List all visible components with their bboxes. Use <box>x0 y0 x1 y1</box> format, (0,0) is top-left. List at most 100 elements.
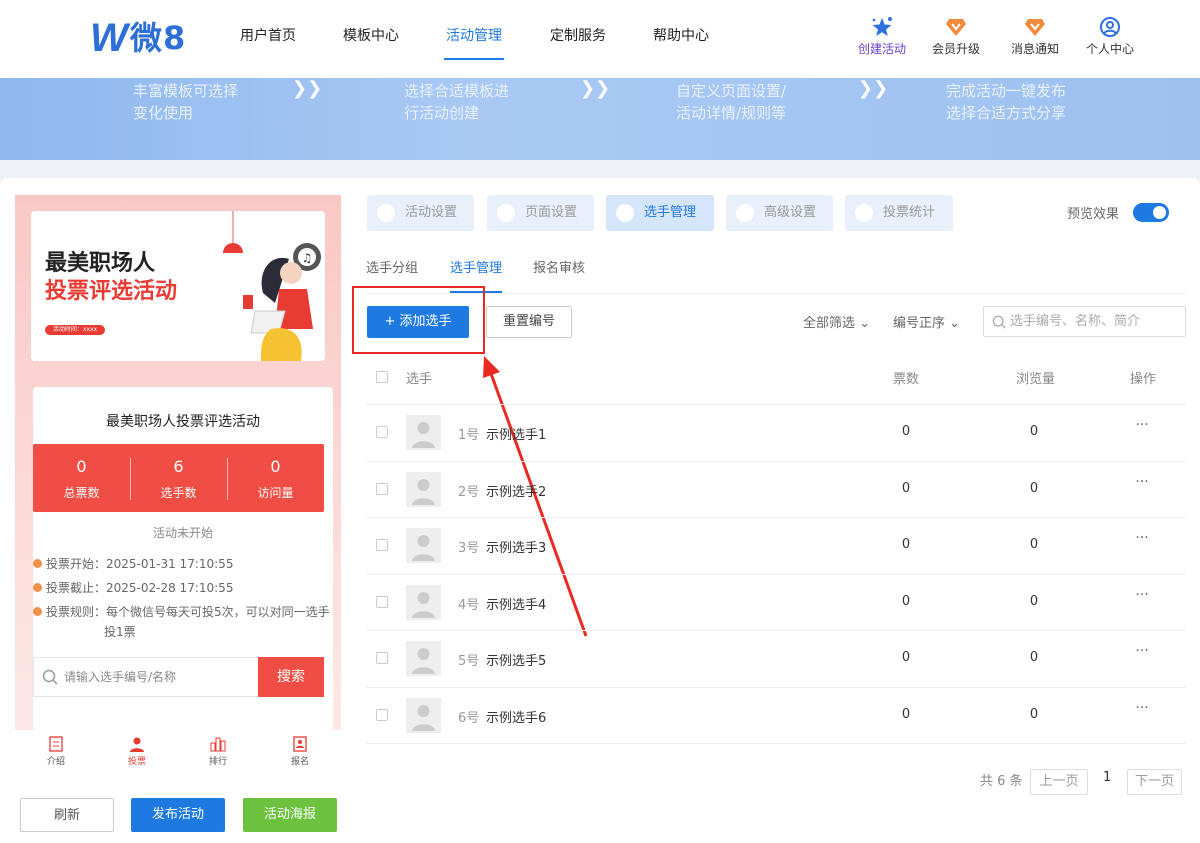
stat-visits: 0 访问量 <box>257 457 294 501</box>
tab-vote-stats[interactable]: 投票统计 <box>845 195 953 231</box>
user-center-button[interactable]: 个人中心 <box>1080 16 1140 57</box>
user-circle-icon <box>1080 16 1140 38</box>
more-actions-icon[interactable]: ··· <box>1130 417 1154 433</box>
signup-icon <box>293 736 307 752</box>
preview-toggle[interactable] <box>1133 203 1169 222</box>
tab-intro[interactable]: 介绍 <box>36 736 76 767</box>
contestant-number: 6号 <box>458 710 480 726</box>
table-bottom-line <box>366 743 1186 744</box>
more-actions-icon[interactable]: ··· <box>1130 474 1154 490</box>
th-contestant: 选手 <box>406 372 433 387</box>
subtab-divider <box>366 293 1186 294</box>
next-page-button[interactable]: 下一页 <box>1127 769 1182 795</box>
contestant-name: 示例选手1 <box>486 428 547 443</box>
stats-bar: 0 总票数 6 选手数 0 访问量 <box>33 444 324 512</box>
prev-page-button[interactable]: 上一页 <box>1030 769 1088 795</box>
sort-dropdown[interactable]: 编号正序 ⌄ <box>893 312 960 331</box>
row-checkbox[interactable] <box>376 652 388 664</box>
reset-number-button[interactable]: 重置编号 <box>486 306 572 338</box>
more-actions-icon[interactable]: ··· <box>1130 643 1154 659</box>
tab-page-settings[interactable]: 页面设置 <box>487 195 594 231</box>
avatar <box>406 528 441 563</box>
table-row: 3号 示例选手3 0 0 ··· <box>366 517 1186 573</box>
row-checkbox[interactable] <box>376 595 388 608</box>
row-checkbox[interactable] <box>376 708 388 721</box>
logo[interactable]: W 微8 <box>90 16 190 60</box>
nav-help[interactable]: 帮助中心 <box>653 0 709 78</box>
more-actions-icon[interactable]: ··· <box>1130 700 1154 716</box>
svg-text:♫: ♫ <box>302 251 313 265</box>
nav-activities[interactable]: 活动管理 <box>444 0 504 78</box>
document-icon <box>49 736 63 752</box>
phone-search-button[interactable]: 搜索 <box>258 657 324 697</box>
contestant-number: 4号 <box>458 597 480 613</box>
contestant-votes: 0 <box>901 424 911 439</box>
current-page[interactable]: 1 <box>1103 770 1111 785</box>
contestant-number: 1号 <box>458 428 480 443</box>
pagination-total: 共 6 条 <box>980 774 1023 789</box>
contestant-name: 示例选手6 <box>486 710 547 726</box>
tab-activity-settings[interactable]: 活动设置 <box>367 195 474 231</box>
nav-home[interactable]: 用户首页 <box>240 0 296 78</box>
contestant-views: 0 <box>1029 424 1039 439</box>
contestant-number: 3号 <box>458 541 480 556</box>
contestant-views: 0 <box>1029 593 1039 609</box>
vote-end-info: 投票截止：2025-02-28 17:10:55 <box>33 578 233 598</box>
subtab-signup-review[interactable]: 报名审核 <box>533 257 585 293</box>
notifications-button[interactable]: 消息通知 <box>1005 16 1065 57</box>
refresh-button[interactable]: 刷新 <box>20 798 114 832</box>
th-views: 浏览量 <box>1016 372 1056 387</box>
member-upgrade-button[interactable]: 会员升级 <box>926 16 986 57</box>
bell-badge-icon <box>1005 16 1065 38</box>
tab-ranking[interactable]: 排行 <box>198 736 238 767</box>
more-actions-icon[interactable]: ··· <box>1130 530 1154 546</box>
create-activity-button[interactable]: 创建活动 <box>852 16 912 57</box>
row-checkbox[interactable] <box>376 426 388 438</box>
poster-illustration: ♫ <box>223 211 321 361</box>
ranking-icon <box>210 737 226 752</box>
avatar <box>406 697 441 733</box>
th-actions: 操作 <box>1130 372 1157 387</box>
tab-vote[interactable]: 投票 <box>117 736 157 767</box>
contestant-number: 2号 <box>458 484 480 500</box>
publish-button[interactable]: 发布活动 <box>131 798 225 832</box>
user-center-label: 个人中心 <box>1085 42 1134 56</box>
avatar <box>406 415 441 450</box>
tab-signup[interactable]: 报名 <box>280 736 320 767</box>
tab-advanced-settings[interactable]: 高级设置 <box>726 195 833 231</box>
filter-dropdown[interactable]: 全部筛选 ⌄ <box>803 312 870 331</box>
vote-rule-info: 投票规则：每个微信号每天可投5次，可以对同一选手 <box>33 602 330 622</box>
star-sparkle-icon <box>852 16 912 38</box>
row-checkbox[interactable] <box>376 482 388 495</box>
create-activity-label: 创建活动 <box>857 42 906 56</box>
person-icon <box>130 737 144 752</box>
row-checkbox[interactable] <box>376 539 388 551</box>
banner-step-3: 自定义页面设置/活动详情/规则等 <box>676 82 787 122</box>
vote-start-info: 投票开始：2025-01-31 17:10:55 <box>33 554 233 574</box>
tab-contestant-management[interactable]: 选手管理 <box>606 195 714 231</box>
search-icon <box>992 315 1006 329</box>
table-row: 2号 示例选手2 0 0 ··· <box>366 460 1186 517</box>
info-dot-icon <box>33 607 42 616</box>
nav-custom-service[interactable]: 定制服务 <box>550 0 606 78</box>
activity-status: 活动未开始 <box>152 526 213 540</box>
phone-search-input[interactable]: 请输入选手编号/名称 <box>64 658 176 696</box>
th-votes: 票数 <box>893 372 920 387</box>
stat-contestants: 6 选手数 <box>160 457 197 501</box>
vip-shield-icon <box>926 16 986 38</box>
contestant-views: 0 <box>1029 650 1039 665</box>
contestant-search-input[interactable]: 选手编号、名称、简介 <box>983 306 1186 337</box>
arrow-right-icon: ❯❯ <box>292 78 323 99</box>
arrow-right-icon: ❯❯ <box>580 78 611 99</box>
contestant-votes: 0 <box>901 537 911 552</box>
poster-tag: 活动时间：xxxx <box>45 325 105 335</box>
advanced-icon <box>736 204 754 222</box>
poster-title-2: 投票评选活动 <box>45 279 178 304</box>
poster-button[interactable]: 活动海报 <box>243 798 337 832</box>
top-header: W 微8 用户首页 模板中心 活动管理 定制服务 帮助中心 创建活动 会员升级 … <box>0 0 1200 78</box>
table-row: 1号 示例选手1 0 0 ··· <box>366 404 1186 460</box>
contestant-votes: 0 <box>901 480 911 496</box>
select-all-checkbox[interactable] <box>376 371 388 383</box>
more-actions-icon[interactable]: ··· <box>1130 587 1154 603</box>
nav-templates[interactable]: 模板中心 <box>343 0 399 78</box>
